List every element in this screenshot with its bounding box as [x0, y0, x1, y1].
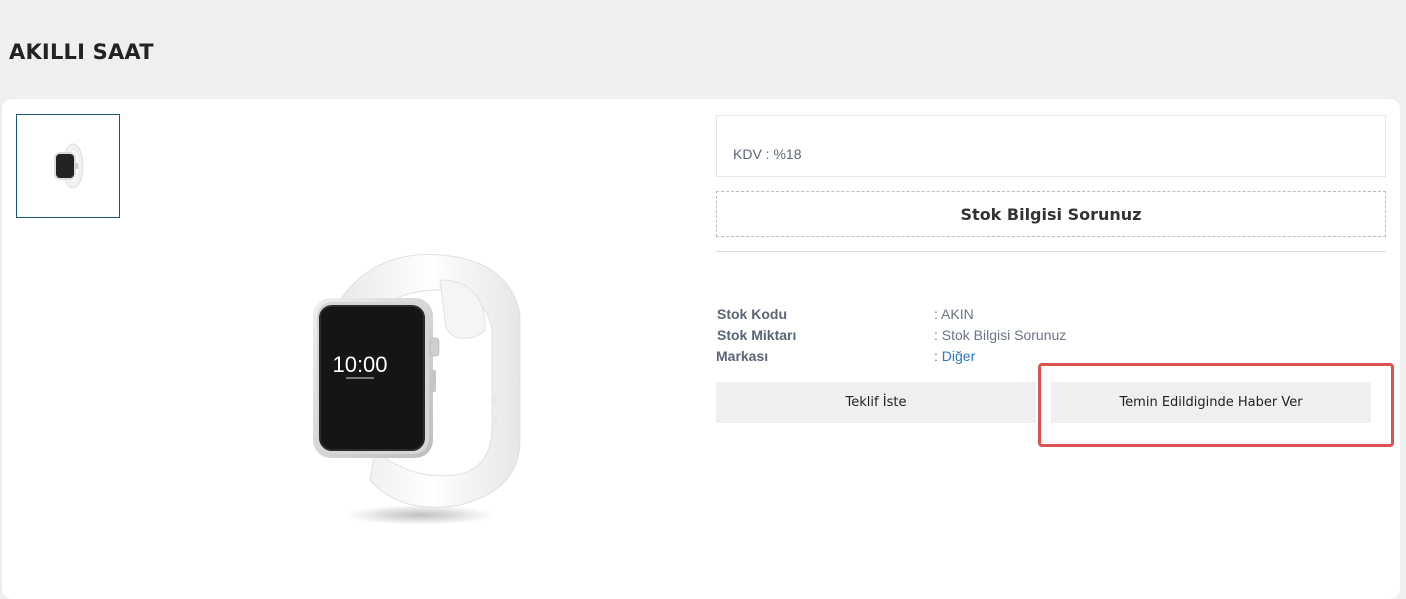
brand-link[interactable]: Diğer: [942, 348, 975, 364]
watch-thumbnail-image: [54, 143, 84, 189]
tax-info-box: KDV : %18: [716, 115, 1386, 177]
watch-image: 10:00: [313, 254, 521, 525]
stock-qty-value: : Stok Bilgisi Sorunuz: [934, 327, 1067, 343]
request-quote-button[interactable]: Teklif İste: [716, 382, 1036, 423]
product-thumbnail[interactable]: [16, 114, 120, 218]
brand-value: : Diğer: [934, 348, 976, 364]
divider: [716, 251, 1386, 252]
stock-code-value: : AKIN: [934, 306, 974, 322]
watch-time-text: 10:00: [332, 352, 387, 377]
tax-value: %18: [773, 146, 802, 162]
tax-info: KDV : %18: [733, 146, 802, 162]
ask-stock-button[interactable]: Stok Bilgisi Sorunuz: [716, 191, 1386, 237]
brand-label: Markası: [716, 348, 769, 364]
page-title: AKILLI SAAT: [9, 40, 154, 64]
tax-label: KDV :: [733, 146, 770, 162]
stock-qty-label: Stok Miktarı: [717, 327, 797, 343]
notify-when-available-button[interactable]: Temin Edildiginde Haber Ver: [1051, 382, 1371, 423]
stock-code-label: Stok Kodu: [717, 306, 787, 322]
